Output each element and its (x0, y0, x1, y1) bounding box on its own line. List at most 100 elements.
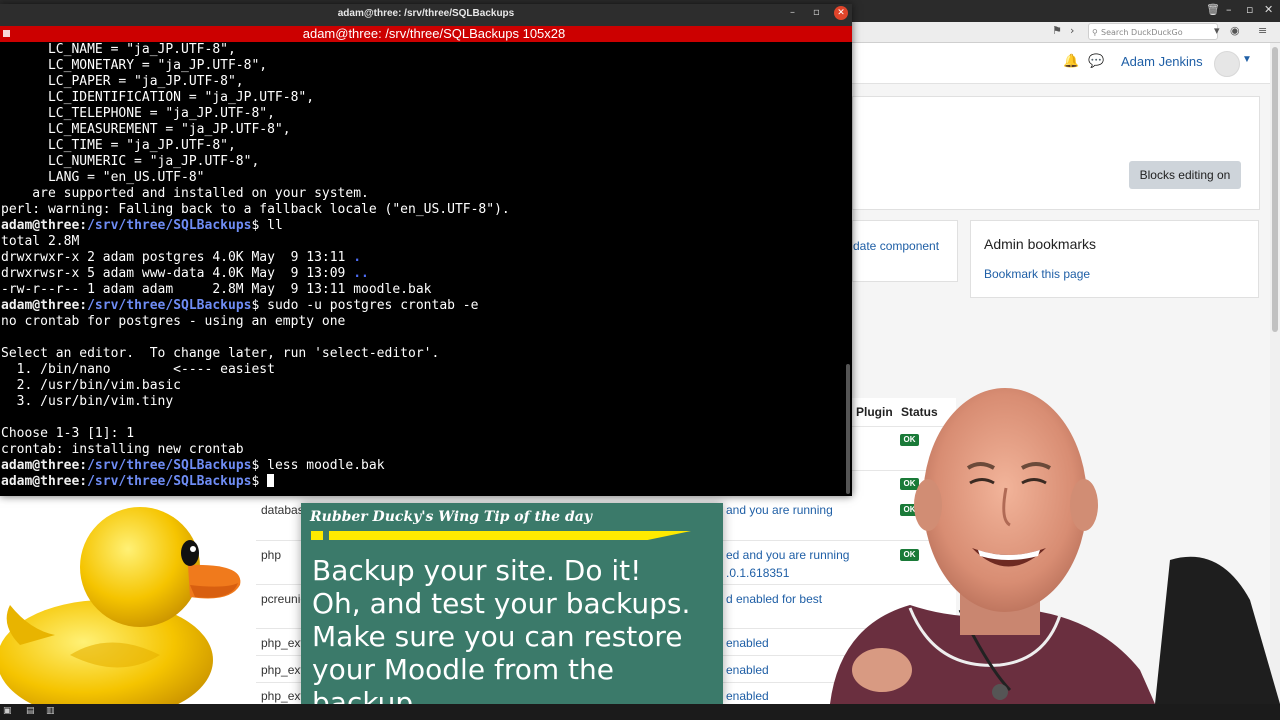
terminal-prompt-line: adam@three:/srv/three/SQLBackups$ ll (1, 218, 283, 233)
terminal-line-text: Select an editor. To change later, run '… (1, 346, 440, 361)
terminal-line-text: drwxrwxr-x 2 adam postgres 4.0K May 9 13… (1, 250, 354, 265)
user-menu-caret-icon[interactable]: ▼ (1242, 54, 1252, 65)
prompt-command (259, 474, 267, 489)
duck-head (80, 507, 200, 627)
terminal-output[interactable]: LC_NAME = "ja_JP.UTF-8", LC_MONETARY = "… (1, 42, 846, 494)
table-cell-name: databas (261, 503, 304, 517)
prompt-command: sudo -u postgres crontab -e (259, 298, 479, 313)
terminal-line: no crontab for postgres - using an empty… (1, 314, 846, 330)
terminal-line-text: LC_TIME = "ja_JP.UTF-8", (1, 138, 236, 153)
tip-line: Make sure you can restore (312, 620, 683, 653)
page-scrollbar-thumb[interactable] (1272, 47, 1278, 332)
tip-accent-square (311, 531, 323, 540)
terminal-task-icon[interactable]: ▥ (46, 706, 55, 716)
terminal-prompt-line: adam@three:/srv/three/SQLBackups$ sudo -… (1, 298, 479, 313)
user-name[interactable]: Adam Jenkins (1121, 54, 1203, 69)
terminal-line-text: LC_MEASUREMENT = "ja_JP.UTF-8", (1, 122, 291, 137)
terminal-line-text: LANG = "en_US.UTF-8" (1, 170, 205, 185)
terminal-line: LANG = "en_US.UTF-8" (1, 170, 846, 186)
chair-back (1155, 556, 1280, 704)
terminal-line: perl: warning: Falling back to a fallbac… (1, 202, 846, 218)
admin-bookmarks-title: Admin bookmarks (984, 236, 1097, 252)
terminal-line: are supported and installed on your syst… (1, 186, 846, 202)
system-taskbar: ▣ ▤ ▥ (0, 704, 1280, 720)
messages-icon[interactable]: 💬 (1088, 54, 1104, 69)
terminal-prompt-line: adam@three:/srv/three/SQLBackups$ (1, 474, 846, 490)
terminal-window[interactable]: adam@three: /srv/three/SQLBackups – ▫ ✕ … (0, 4, 852, 496)
terminal-line-text: LC_PAPER = "ja_JP.UTF-8", (1, 74, 244, 89)
table-cell-name: php_ext (261, 689, 304, 703)
browser-trash-icon[interactable]: 🗑 (1206, 3, 1220, 16)
prompt-path: /srv/three/SQLBackups (87, 218, 252, 233)
terminal-titlebar[interactable]: adam@three: /srv/three/SQLBackups – ▫ ✕ (0, 4, 852, 26)
terminal-line-text: -rw-r--r-- 1 adam adam 2.8M May 9 13:11 … (1, 282, 432, 297)
minimize-icon[interactable]: – (1226, 3, 1232, 16)
browser-toolbar: ⚑ › ⚲ Search DuckDuckGo ▾ ◉ ≡ (852, 22, 1280, 43)
terminal-line-text: LC_MONETARY = "ja_JP.UTF-8", (1, 58, 268, 73)
browser-menu-icon[interactable]: ≡ (1258, 24, 1267, 37)
tip-accent-bar (329, 531, 691, 540)
terminal-line: -rw-r--r-- 1 adam adam 2.8M May 9 13:11 … (1, 282, 846, 298)
prompt-user: adam@three (1, 458, 80, 473)
terminal-line-text: crontab: installing new crontab (1, 442, 244, 457)
terminal-line-text: drwxrwsr-x 5 adam www-data 4.0K May 9 13… (1, 266, 354, 281)
prompt-path: /srv/three/SQLBackups (87, 298, 252, 313)
terminal-close-icon[interactable]: ✕ (834, 6, 848, 20)
terminal-prompt-line: adam@three:/srv/three/SQLBackups$ less m… (1, 458, 385, 473)
terminal-maximize-icon[interactable]: ▫ (813, 7, 820, 18)
terminal-line-text: 2. /usr/bin/vim.basic (1, 378, 182, 393)
terminal-line-text: perl: warning: Falling back to a fallbac… (1, 202, 510, 217)
terminal-line: total 2.8M (1, 234, 846, 250)
close-icon[interactable]: ✕ (1264, 3, 1273, 16)
tip-line: Backup your site. Do it! (312, 554, 642, 587)
update-component-link[interactable]: date component (853, 239, 939, 253)
blocks-editing-button[interactable]: Blocks editing on (1129, 161, 1241, 189)
terminal-window-title: adam@three: /srv/three/SQLBackups (337, 8, 515, 19)
table-cell-name: php (261, 548, 282, 562)
app-menu-icon[interactable]: ▣ (3, 706, 12, 716)
tip-line: Oh, and test your backups. (312, 587, 691, 620)
duck-eye-shine (190, 546, 196, 552)
terminal-line: LC_NAME = "ja_JP.UTF-8", (1, 42, 846, 58)
components-card: date component (852, 220, 958, 282)
tip-body: Backup your site. Do it! Oh, and test yo… (312, 554, 722, 719)
terminal-line: drwxrwsr-x 5 adam www-data 4.0K May 9 13… (1, 266, 846, 282)
terminal-line-text: total 2.8M (1, 234, 80, 249)
menu-chevron-icon[interactable]: › (1070, 24, 1074, 37)
terminal-line-text: are supported and installed on your syst… (1, 186, 369, 201)
prompt-command: ll (259, 218, 283, 233)
prompt-path: /srv/three/SQLBackups (87, 458, 252, 473)
maximize-icon[interactable]: ▫ (1246, 3, 1253, 16)
terminal-line-text: 3. /usr/bin/vim.tiny (1, 394, 174, 409)
browser-search-input[interactable]: ⚲ Search DuckDuckGo (1088, 23, 1218, 40)
ear-left (914, 479, 942, 531)
dropdown-icon[interactable]: ▾ (1214, 24, 1220, 37)
table-cell-name: php_ext (261, 663, 304, 677)
prompt-path: /srv/three/SQLBackups (87, 474, 252, 489)
prompt-user: adam@three (1, 218, 80, 233)
notification-bell-icon[interactable]: 🔔 (1063, 54, 1079, 69)
table-cell-name: pcreunic (261, 592, 307, 606)
prompt-user: adam@three (1, 298, 80, 313)
terminal-minimize-icon[interactable]: – (790, 7, 795, 18)
profile-icon[interactable]: ◉ (1230, 24, 1240, 37)
directory-entry: .. (353, 266, 369, 281)
terminal-cursor[interactable] (267, 474, 275, 487)
terminal-line-text: 1. /bin/nano <---- easiest (1, 362, 275, 377)
necklace-pendant (992, 684, 1008, 700)
terminal-line: Select an editor. To change later, run '… (1, 346, 846, 362)
terminal-line: 3. /usr/bin/vim.tiny (1, 394, 846, 410)
terminal-line: LC_PAPER = "ja_JP.UTF-8", (1, 74, 846, 90)
tip-title: Rubber Ducky's Wing Tip of the day (310, 509, 592, 525)
avatar[interactable] (1214, 51, 1240, 77)
bookmark-icon[interactable]: ⚑ (1052, 24, 1062, 37)
bookmark-page-link[interactable]: Bookmark this page (984, 267, 1090, 281)
terminal-line: 1. /bin/nano <---- easiest (1, 362, 846, 378)
terminal-line-text: LC_TELEPHONE = "ja_JP.UTF-8", (1, 106, 275, 121)
terminal-line-text: LC_NUMERIC = "ja_JP.UTF-8", (1, 154, 260, 169)
tip-of-the-day-overlay: Rubber Ducky's Wing Tip of the day Backu… (301, 503, 723, 719)
terminal-line: LC_NUMERIC = "ja_JP.UTF-8", (1, 154, 846, 170)
window-list-icon[interactable]: ▤ (26, 706, 35, 716)
